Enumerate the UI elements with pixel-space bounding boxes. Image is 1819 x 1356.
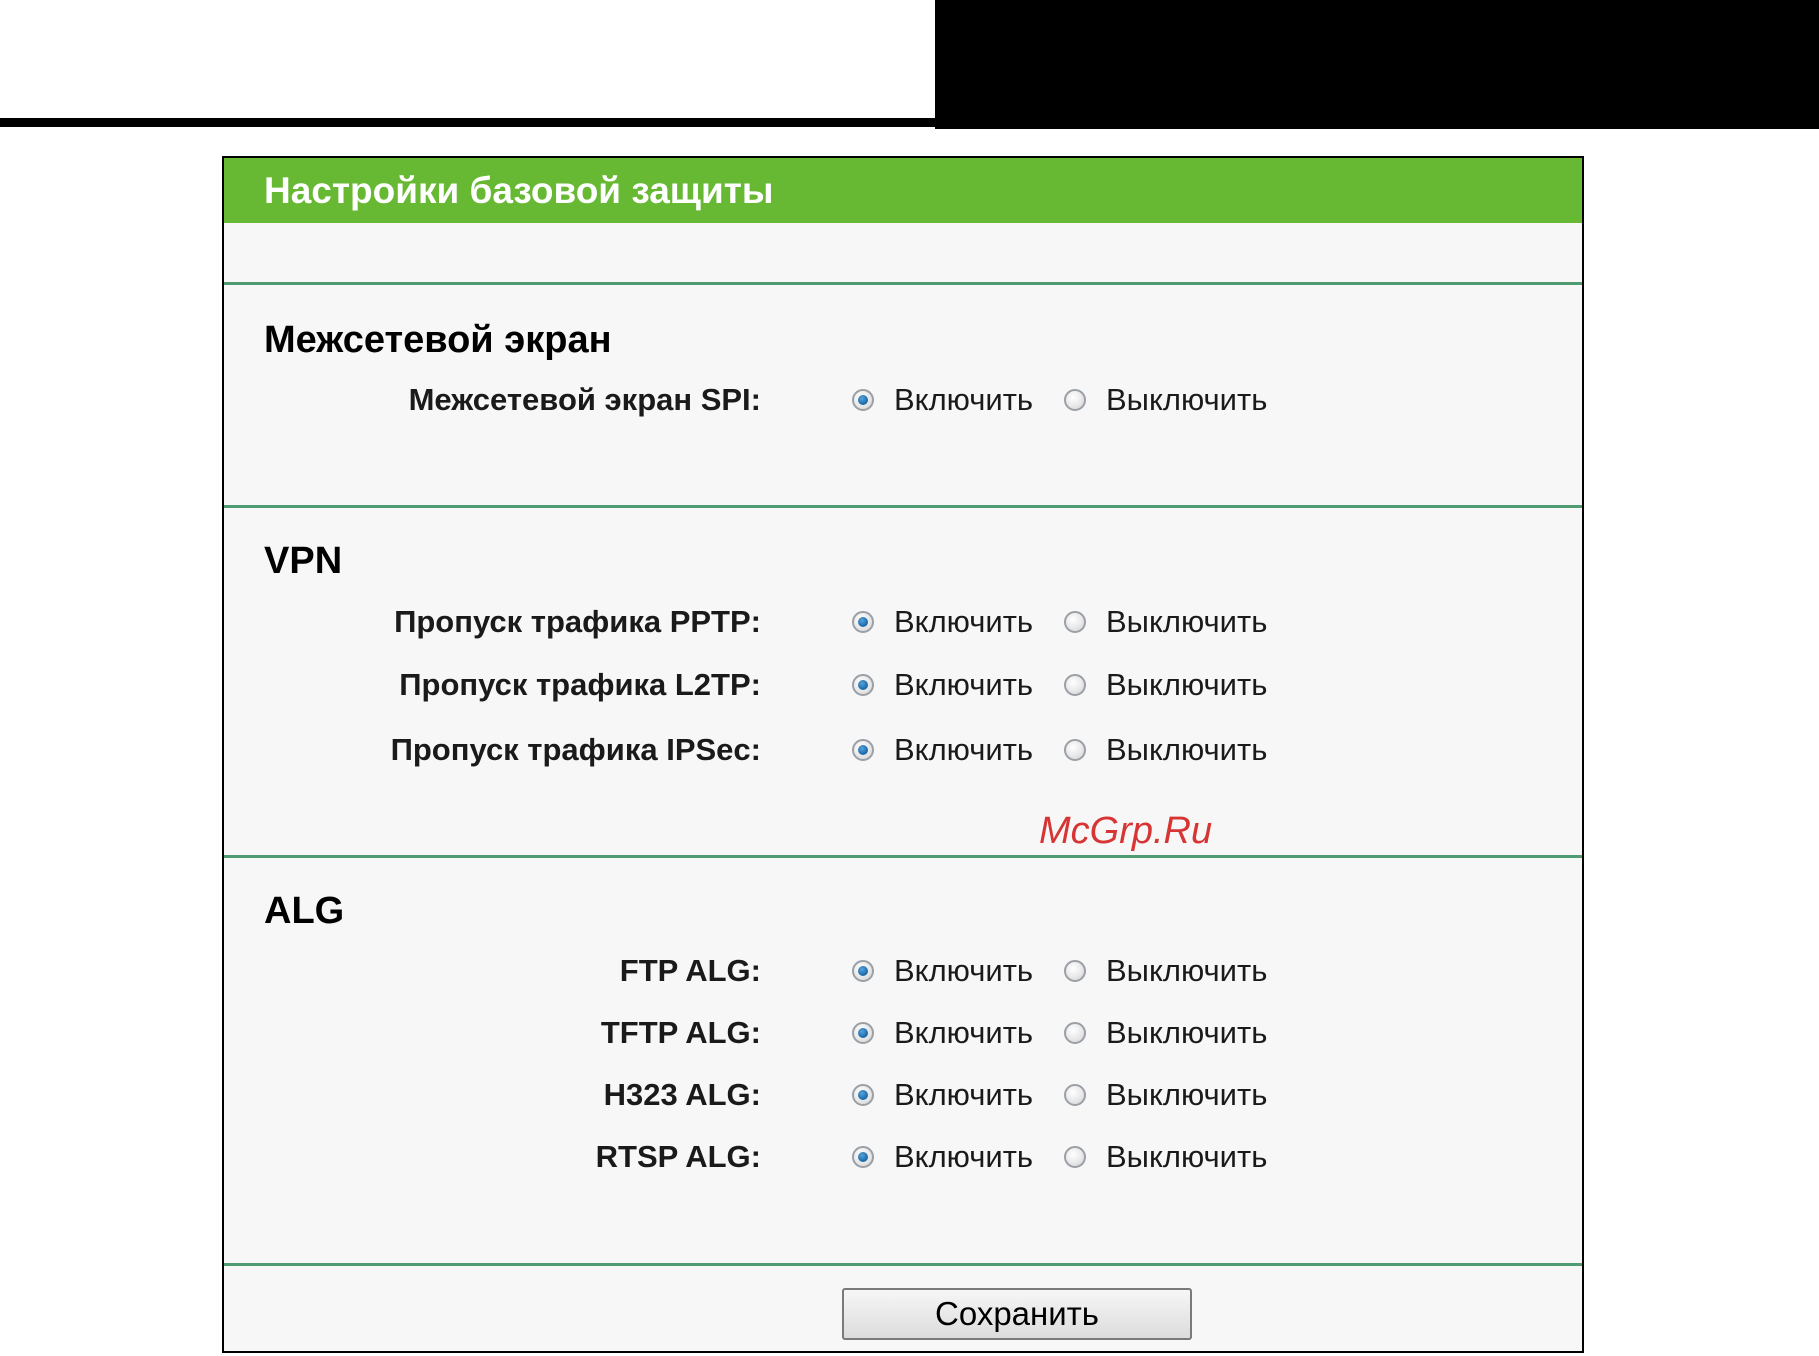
- option-label-enable: Включить: [894, 1015, 1034, 1050]
- radio-disable-spi[interactable]: [1064, 389, 1086, 411]
- top-white-area: [0, 0, 935, 118]
- ipsec-disable-option[interactable]: Выключить: [1064, 728, 1267, 772]
- save-button[interactable]: Сохранить: [842, 1288, 1192, 1340]
- setting-label: Межсетевой экран SPI:: [408, 382, 761, 417]
- pptp-enable-option[interactable]: Включить: [852, 600, 1033, 644]
- rtsp-alg-enable-option[interactable]: Включить: [852, 1135, 1033, 1179]
- option-label-enable: Включить: [894, 1139, 1034, 1174]
- top-black-block: [935, 0, 1819, 129]
- radio-enable-tftp-alg[interactable]: [852, 1022, 874, 1044]
- section-divider: [224, 1263, 1582, 1266]
- section-divider: [224, 505, 1582, 508]
- option-label-enable: Включить: [894, 732, 1034, 767]
- radio-enable-rtsp-alg[interactable]: [852, 1146, 874, 1168]
- l2tp-enable-option[interactable]: Включить: [852, 663, 1033, 707]
- ftp-alg-disable-option[interactable]: Выключить: [1064, 949, 1267, 993]
- option-label-disable: Выключить: [1106, 732, 1268, 767]
- radio-disable-rtsp-alg[interactable]: [1064, 1146, 1086, 1168]
- radio-enable-ftp-alg[interactable]: [852, 960, 874, 982]
- setting-row-ftp-alg: FTP ALG: Включить Выключить: [224, 949, 1582, 993]
- radio-disable-ftp-alg[interactable]: [1064, 960, 1086, 982]
- setting-label: H323 ALG:: [603, 1077, 761, 1112]
- radio-enable-pptp[interactable]: [852, 611, 874, 633]
- ftp-alg-enable-option[interactable]: Включить: [852, 949, 1033, 993]
- basic-security-panel: Настройки базовой защиты Межсетевой экра…: [222, 156, 1584, 1353]
- setting-row-tftp-alg: TFTP ALG: Включить Выключить: [224, 1011, 1582, 1055]
- option-label-enable: Включить: [894, 953, 1034, 988]
- radio-disable-pptp[interactable]: [1064, 611, 1086, 633]
- watermark-text: McGrp.Ru: [1039, 810, 1213, 852]
- option-label-disable: Выключить: [1106, 953, 1268, 988]
- setting-label: Пропуск трафика IPSec:: [390, 732, 761, 767]
- option-label-disable: Выключить: [1106, 1139, 1268, 1174]
- setting-row-pptp-passthrough: Пропуск трафика PPTP: Включить Выключить: [224, 600, 1582, 644]
- top-black-rule: [0, 118, 935, 127]
- spi-enable-option[interactable]: Включить: [852, 378, 1033, 422]
- tftp-alg-disable-option[interactable]: Выключить: [1064, 1011, 1267, 1055]
- option-label-disable: Выключить: [1106, 1077, 1268, 1112]
- setting-row-l2tp-passthrough: Пропуск трафика L2TP: Включить Выключить: [224, 663, 1582, 707]
- setting-row-spi-firewall: Межсетевой экран SPI: Включить Выключить: [224, 378, 1582, 422]
- spi-disable-option[interactable]: Выключить: [1064, 378, 1267, 422]
- tftp-alg-enable-option[interactable]: Включить: [852, 1011, 1033, 1055]
- radio-enable-l2tp[interactable]: [852, 674, 874, 696]
- panel-header: Настройки базовой защиты: [224, 158, 1582, 223]
- radio-disable-l2tp[interactable]: [1064, 674, 1086, 696]
- option-label-enable: Включить: [894, 604, 1034, 639]
- radio-enable-h323-alg[interactable]: [852, 1084, 874, 1106]
- section-title-firewall: Межсетевой экран: [264, 319, 612, 361]
- section-title-alg: ALG: [264, 890, 345, 932]
- radio-disable-h323-alg[interactable]: [1064, 1084, 1086, 1106]
- option-label-disable: Выключить: [1106, 604, 1268, 639]
- option-label-disable: Выключить: [1106, 667, 1268, 702]
- ipsec-enable-option[interactable]: Включить: [852, 728, 1033, 772]
- setting-row-ipsec-passthrough: Пропуск трафика IPSec: Включить Выключит…: [224, 728, 1582, 772]
- pptp-disable-option[interactable]: Выключить: [1064, 600, 1267, 644]
- section-divider: [224, 282, 1582, 285]
- h323-alg-enable-option[interactable]: Включить: [852, 1073, 1033, 1117]
- h323-alg-disable-option[interactable]: Выключить: [1064, 1073, 1267, 1117]
- setting-label: TFTP ALG:: [600, 1015, 761, 1050]
- setting-row-h323-alg: H323 ALG: Включить Выключить: [224, 1073, 1582, 1117]
- option-label-enable: Включить: [894, 382, 1034, 417]
- setting-row-rtsp-alg: RTSP ALG: Включить Выключить: [224, 1135, 1582, 1179]
- setting-label: RTSP ALG:: [595, 1139, 761, 1174]
- section-divider: [224, 855, 1582, 858]
- radio-disable-ipsec[interactable]: [1064, 739, 1086, 761]
- l2tp-disable-option[interactable]: Выключить: [1064, 663, 1267, 707]
- rtsp-alg-disable-option[interactable]: Выключить: [1064, 1135, 1267, 1179]
- radio-disable-tftp-alg[interactable]: [1064, 1022, 1086, 1044]
- option-label-enable: Включить: [894, 1077, 1034, 1112]
- option-label-disable: Выключить: [1106, 382, 1268, 417]
- option-label-enable: Включить: [894, 667, 1034, 702]
- radio-enable-spi[interactable]: [852, 389, 874, 411]
- setting-label: Пропуск трафика L2TP:: [399, 667, 761, 702]
- section-title-vpn: VPN: [264, 540, 343, 582]
- option-label-disable: Выключить: [1106, 1015, 1268, 1050]
- setting-label: FTP ALG:: [619, 953, 761, 988]
- setting-label: Пропуск трафика PPTP:: [394, 604, 761, 639]
- panel-title: Настройки базовой защиты: [264, 170, 774, 211]
- radio-enable-ipsec[interactable]: [852, 739, 874, 761]
